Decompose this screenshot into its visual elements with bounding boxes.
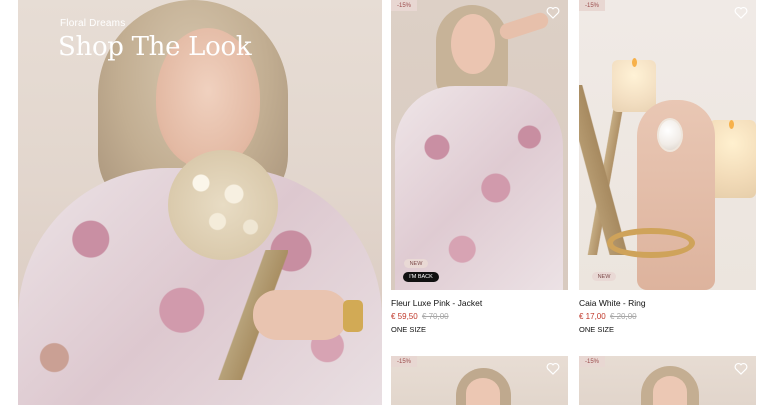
new-badge: NEW xyxy=(404,259,428,268)
discount-badge: -15% xyxy=(391,356,417,367)
hero-dried-flower-bouquet xyxy=(168,150,278,260)
product-card-jacket[interactable]: -15% NEW I'M BACK Fleur Luxe Pink - Jack… xyxy=(391,0,568,334)
product-image[interactable]: -15% NEW xyxy=(579,0,756,290)
model-face xyxy=(653,376,687,405)
discount-badge: -15% xyxy=(579,356,605,367)
hero-subtitle: Floral Dreams xyxy=(60,18,126,29)
discount-badge: -15% xyxy=(391,0,417,11)
product-name[interactable]: Caia White - Ring xyxy=(579,298,756,308)
candle-flame xyxy=(632,58,637,67)
product-name[interactable]: Fleur Luxe Pink - Jacket xyxy=(391,298,568,308)
discount-badge: -15% xyxy=(579,0,605,11)
candle xyxy=(709,120,756,198)
heart-icon[interactable] xyxy=(734,6,748,19)
hero-gold-cuff xyxy=(343,300,363,332)
product-size: ONE SIZE xyxy=(579,325,615,334)
original-price: € 70,00 xyxy=(421,312,449,321)
new-badge: NEW xyxy=(592,272,616,281)
original-price: € 20,00 xyxy=(609,312,637,321)
gold-bangle xyxy=(607,228,695,258)
model-arm xyxy=(497,10,551,42)
product-card-4[interactable]: -15% xyxy=(579,356,756,405)
sale-price: € 59,50 xyxy=(391,312,418,321)
product-price: € 17,00 € 20,00 xyxy=(579,312,756,321)
product-price: € 59,50 € 70,00 xyxy=(391,312,568,321)
heart-icon[interactable] xyxy=(546,362,560,375)
hero-model-hand xyxy=(253,290,348,340)
hero-title: Shop The Look xyxy=(58,32,252,62)
white-ring xyxy=(657,118,683,152)
model-face xyxy=(451,14,495,74)
product-card-ring[interactable]: -15% NEW Caia White - Ring € 17,00 € 20,… xyxy=(579,0,756,334)
product-image[interactable]: -15% xyxy=(391,356,568,405)
product-image[interactable]: -15% NEW I'M BACK xyxy=(391,0,568,290)
shop-the-look-hero[interactable]: Floral Dreams Shop The Look xyxy=(18,0,382,405)
model-face xyxy=(466,378,500,405)
heart-icon[interactable] xyxy=(546,6,560,19)
product-image[interactable]: -15% xyxy=(579,356,756,405)
candle-flame xyxy=(729,120,734,129)
back-in-stock-badge: I'M BACK xyxy=(403,272,439,282)
product-size: ONE SIZE xyxy=(391,325,427,334)
sale-price: € 17,00 xyxy=(579,312,606,321)
product-card-3[interactable]: -15% xyxy=(391,356,568,405)
heart-icon[interactable] xyxy=(734,362,748,375)
candle xyxy=(612,60,656,112)
